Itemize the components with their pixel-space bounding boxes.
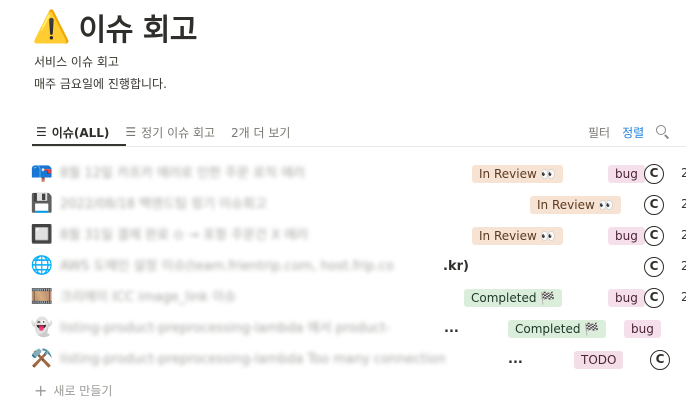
filter-button[interactable]: 필터	[588, 124, 610, 141]
view-tabs: ☰ 이슈(ALL) ☰ 정기 이슈 회고 2개 더 보기 필터 정렬	[36, 120, 686, 144]
globe-icon: 🌐	[30, 255, 54, 276]
item-number: 2	[681, 228, 686, 242]
view-toolbar: 필터 정렬	[588, 124, 670, 141]
item-title[interactable]: 2022/08/18 백엔드팀 정기 이슈회고	[60, 197, 267, 213]
list-item[interactable]: 🌐 AWS 도메인 설정 이슈(team.frientrip.com, host…	[30, 253, 686, 281]
item-title[interactable]: 8월 31일 결제 완료 ⊙ → 포항 주문건 X 에러	[60, 228, 308, 244]
tab-label: 이슈(ALL)	[51, 125, 110, 140]
item-title[interactable]: 8월 12일 카프카 에러로 인한 주문 로직 에러	[60, 166, 305, 182]
list-item[interactable]: 👻 listing-product-preprocessing-lambda 에…	[30, 315, 686, 343]
status-badge: In Review 👀	[530, 196, 621, 214]
floppy-disk-icon: 💾	[30, 193, 54, 214]
tag-badge: bug	[608, 289, 645, 307]
copyright-icon: C	[644, 195, 664, 215]
status-badge: In Review 👀	[472, 165, 563, 183]
item-number: 2	[681, 259, 686, 273]
item-title[interactable]: listing-product-preprocessing-lambda 에서 …	[60, 321, 390, 337]
page-title: ⚠️ 이슈 회고	[32, 6, 197, 48]
item-title[interactable]: AWS 도메인 설정 이슈(team.frientrip.com, host.f…	[60, 259, 394, 275]
list-icon: ☰	[36, 125, 47, 139]
page-description-line2[interactable]: 매주 금요일에 진행합니다.	[34, 76, 167, 92]
tab-label: 정기 이슈 회고	[141, 125, 216, 140]
page-description-line1[interactable]: 서비스 이슈 회고	[34, 54, 119, 70]
item-title[interactable]: 크리에이 ICC image_link 이슈	[60, 290, 236, 306]
plus-icon: +	[34, 380, 48, 400]
item-title[interactable]: listing-product-preprocessing-lambda Too…	[60, 352, 446, 368]
item-number: 2	[681, 290, 686, 304]
status-badge: TODO	[574, 351, 624, 369]
item-number: 2	[681, 166, 686, 180]
warning-icon: ⚠️	[32, 8, 71, 45]
new-item-button[interactable]: + 새로 만들기	[34, 382, 112, 399]
sort-button[interactable]: 정렬	[622, 124, 644, 141]
copyright-icon: C	[650, 350, 670, 370]
tab-regular-retro[interactable]: ☰ 정기 이슈 회고	[125, 124, 215, 141]
list-icon: ☰	[125, 125, 137, 139]
tag-badge: bug	[608, 227, 645, 245]
tabs-divider	[32, 146, 686, 147]
film-frames-icon: 🎞️	[30, 286, 54, 307]
hammer-and-pick-icon: ⚒️	[30, 348, 54, 369]
item-title-tail: .kr)	[443, 259, 469, 274]
list-item[interactable]: 🎞️ 크리에이 ICC image_link 이슈 Completed 🏁 bu…	[30, 284, 686, 312]
page-title-text[interactable]: 이슈 회고	[79, 5, 198, 49]
list-item[interactable]: 💾 2022/08/18 백엔드팀 정기 이슈회고 In Review 👀 C …	[30, 191, 686, 219]
status-badge: Completed 🏁	[464, 289, 563, 307]
list-item[interactable]: 📪 8월 12일 카프카 에러로 인한 주문 로직 에러 In Review 👀…	[30, 160, 686, 188]
item-title-tail: ...	[508, 352, 523, 367]
tab-issues-all[interactable]: ☰ 이슈(ALL)	[36, 124, 109, 141]
tag-badge: bug	[624, 320, 661, 338]
status-badge: In Review 👀	[472, 227, 563, 245]
list-item[interactable]: 🔲 8월 31일 결제 완료 ⊙ → 포항 주문건 X 에러 In Review…	[30, 222, 686, 250]
copyright-icon: C	[644, 164, 664, 184]
status-badge: Completed 🏁	[508, 320, 607, 338]
copyright-icon: C	[644, 226, 664, 246]
more-views-button[interactable]: 2개 더 보기	[231, 124, 290, 141]
copyright-icon: C	[644, 288, 664, 308]
copyright-icon: C	[644, 257, 664, 277]
item-title-tail: ...	[444, 321, 459, 336]
item-number: 2	[681, 197, 686, 211]
mailbox-icon: 📪	[30, 162, 54, 183]
ghost-icon: 👻	[30, 317, 54, 338]
search-icon[interactable]	[656, 125, 670, 139]
tag-badge: bug	[608, 165, 645, 183]
app-icon: 🔲	[30, 224, 54, 245]
list-item[interactable]: ⚒️ listing-product-preprocessing-lambda …	[30, 346, 686, 374]
new-item-label: 새로 만들기	[53, 384, 113, 398]
